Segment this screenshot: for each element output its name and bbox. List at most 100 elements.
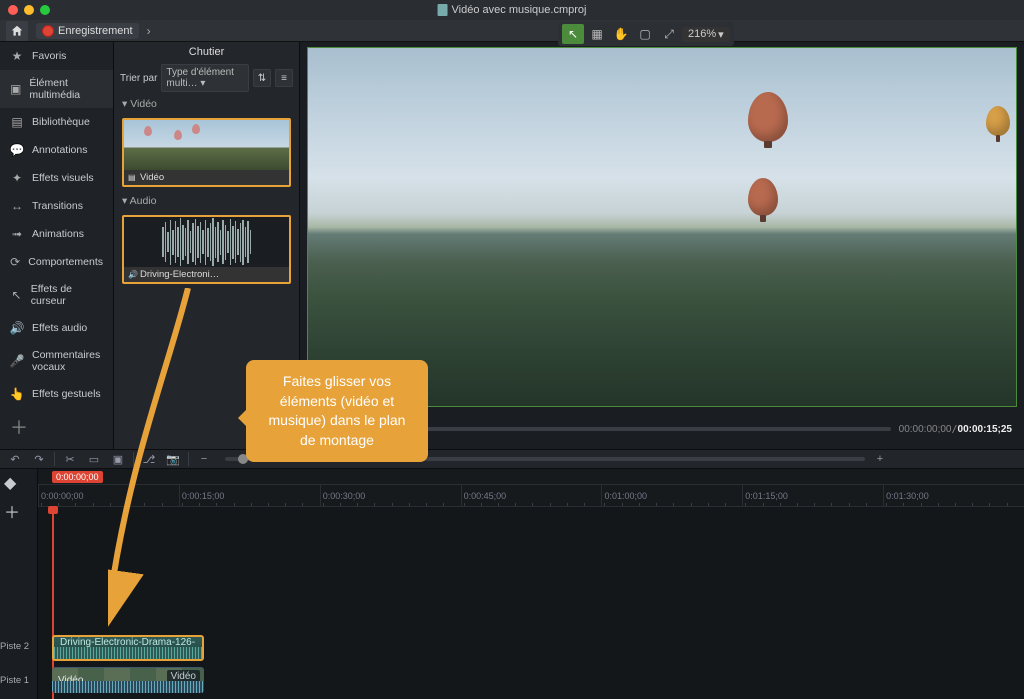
sidebar-item-animations[interactable]: ➟ Animations (0, 220, 113, 248)
sidebar-item-audio-fx[interactable]: 🔊 Effets audio (0, 314, 113, 342)
sidebar-label: Bibliothèque (32, 116, 90, 128)
cycle-icon: ⟳ (10, 255, 20, 269)
instruction-arrow-icon (108, 288, 228, 628)
timeline-clip-video[interactable]: Vidéo Vidéo (52, 667, 204, 693)
instruction-callout: Faites glisser vos éléments (vidéo et mu… (246, 360, 428, 462)
canvas-preview[interactable] (308, 48, 1016, 406)
bin-group-audio-label: Audio (130, 195, 157, 207)
zoom-level[interactable]: 216% ▾ (682, 27, 730, 42)
undo-button[interactable]: ↶ (6, 451, 24, 467)
bin-group-audio[interactable]: ▾ Audio (114, 191, 299, 211)
close-window-icon[interactable] (8, 5, 18, 15)
sidebar-item-favoris[interactable]: ★ Favoris (0, 42, 113, 70)
star-icon: ★ (10, 49, 24, 63)
sidebar-label: Effets visuels (32, 172, 94, 184)
redo-button[interactable]: ↷ (30, 451, 48, 467)
sort-direction-icon[interactable]: ⇅ (253, 69, 271, 87)
media-item-audio[interactable]: 🔊Driving-Electroni… (122, 215, 291, 284)
sidebar-label: Effets audio (32, 322, 87, 334)
ruler-tick: 0:01:30;00 (886, 491, 929, 501)
record-bar: Enregistrement › (0, 20, 1024, 42)
sidebar-label: Effets de curseur (31, 283, 103, 307)
sparkle-icon: ✦ (10, 171, 24, 185)
arrow-right-icon: ➟ (10, 227, 24, 241)
add-tab-button[interactable]: ＋ (0, 408, 113, 446)
timeline-gutter: ◆ ＋ (0, 469, 38, 699)
sidebar-label: Annotations (32, 144, 87, 156)
playhead-timecode: 0:00:00;00 (52, 471, 103, 483)
track-label-piste1[interactable]: Piste 1 (0, 675, 36, 686)
library-icon: ▤ (10, 115, 24, 129)
timecode-current: 00:00:00;00 (899, 424, 952, 435)
file-icon (438, 4, 448, 16)
record-dot-icon (42, 25, 54, 37)
select-tool-icon[interactable]: ↖ (562, 24, 584, 44)
audio-waveform-thumb (124, 217, 289, 267)
maximize-window-icon[interactable] (40, 5, 50, 15)
window-controls (0, 5, 50, 15)
cut-button[interactable]: ✂ (61, 451, 79, 467)
sidebar-item-transitions[interactable]: ↔ Transitions (0, 192, 113, 220)
canvas-toolbar: ↖ ▦ ✋ ▢ ⤢ 216% ▾ (558, 22, 734, 46)
bin-group-video-label: Vidéo (130, 98, 157, 110)
sort-value: Type d'élément multi… (166, 67, 234, 89)
marker-button[interactable]: ◆ (0, 469, 37, 497)
media-item-video[interactable]: ▤Vidéo (122, 118, 291, 187)
ruler-tick: 0:00:00;00 (41, 491, 84, 501)
bin-title: Chutier (114, 42, 299, 62)
ruler-tick: 0:00:45;00 (464, 491, 507, 501)
timeline-clip-audio[interactable]: Driving-Electronic-Drama-126-B (52, 635, 204, 661)
sidebar-label: Transitions (32, 200, 83, 212)
track-label-piste2[interactable]: Piste 2 (0, 641, 36, 652)
sort-dropdown[interactable]: Type d'élément multi… ▾ (161, 64, 249, 92)
view-mode-icon[interactable]: ≡ (275, 69, 293, 87)
zoom-value: 216% (688, 28, 716, 40)
copy-button[interactable]: ▭ (85, 451, 103, 467)
record-label: Enregistrement (58, 25, 133, 37)
sidebar-label: Commentaires vocaux (32, 349, 103, 373)
speaker-icon: 🔊 (10, 321, 24, 335)
sidebar-item-cursor-fx[interactable]: ↖ Effets de curseur (0, 276, 113, 314)
crop-tool-icon[interactable]: ▢ (634, 24, 656, 44)
sidebar-item-behaviors[interactable]: ⟳ Comportements (0, 248, 113, 276)
transition-icon: ↔ (10, 199, 24, 213)
sidebar-label: Favoris (32, 50, 66, 62)
pan-tool-icon[interactable]: ✋ (610, 24, 632, 44)
grid-tool-icon[interactable]: ▦ (586, 24, 608, 44)
record-button[interactable]: Enregistrement (36, 23, 139, 39)
timecode-total: 00:00:15;25 (958, 424, 1012, 435)
ruler-tick: 0:00:30;00 (323, 491, 366, 501)
sidebar-label: Élément multimédia (29, 77, 103, 101)
chevron-down-icon: ▾ (718, 28, 724, 41)
zoom-in-button[interactable]: + (871, 451, 889, 467)
home-button[interactable] (6, 21, 28, 41)
project-filename: Vidéo avec musique.cmproj (452, 4, 587, 16)
ruler-tick: 0:01:00;00 (604, 491, 647, 501)
minimize-window-icon[interactable] (24, 5, 34, 15)
video-frame (308, 48, 1016, 406)
tap-icon: 👆 (10, 387, 24, 401)
media-video-label: Vidéo (140, 172, 164, 183)
expand-tool-icon[interactable]: ⤢ (658, 24, 680, 44)
sidebar: ★ Favoris ▣Élément multimédia ▤ Bibliothèq… (0, 42, 114, 449)
sidebar-item-library[interactable]: ▤ Bibliothèque (0, 108, 113, 136)
sidebar-item-voice[interactable]: 🎤Commentaires vocaux (0, 342, 113, 380)
titlebar: Vidéo avec musique.cmproj (0, 0, 1024, 20)
sidebar-item-gesture[interactable]: 👆Effets gestuels (0, 380, 113, 408)
sidebar-label: Animations (32, 228, 84, 240)
sidebar-label: Comportements (28, 256, 103, 268)
ruler-tick: 0:01:15;00 (745, 491, 788, 501)
chevron-right-icon[interactable]: › (147, 24, 151, 38)
media-audio-label: Driving-Electroni… (140, 269, 219, 280)
cursor-icon: ↖ (10, 288, 23, 302)
sidebar-item-annotations[interactable]: 💬 Annotations (0, 136, 113, 164)
sidebar-item-visual-fx[interactable]: ✦ Effets visuels (0, 164, 113, 192)
bin-group-video[interactable]: ▾ Vidéo (114, 94, 299, 114)
project-title: Vidéo avec musique.cmproj (438, 4, 587, 16)
add-track-button[interactable]: ＋ (0, 497, 37, 525)
annotation-icon: 💬 (10, 143, 24, 157)
film-icon: ▤ (128, 173, 137, 182)
sidebar-item-media[interactable]: ▣Élément multimédia (0, 70, 113, 108)
scrubber[interactable] (402, 427, 891, 431)
video-thumbnail (124, 120, 289, 170)
